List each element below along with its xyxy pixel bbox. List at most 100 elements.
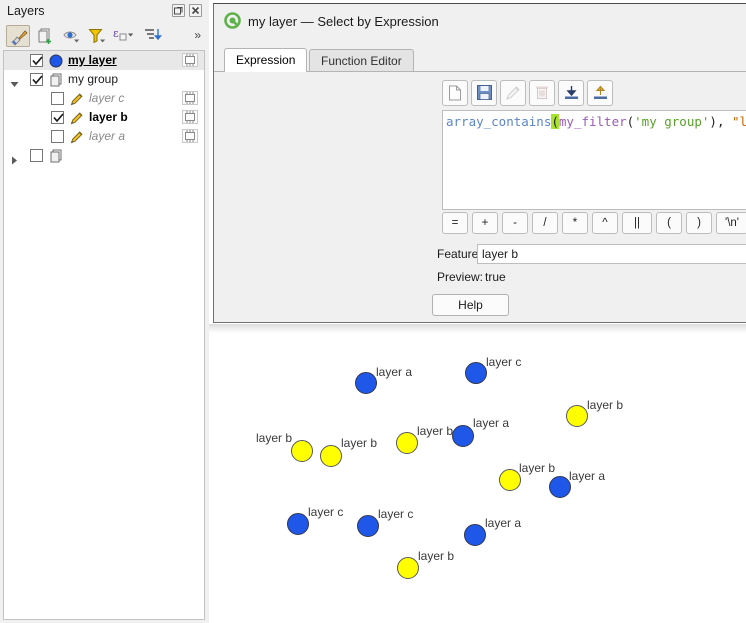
float-panel-icon[interactable]: [172, 4, 185, 17]
edit-pencil-icon: [69, 91, 85, 107]
operator-button[interactable]: -: [502, 212, 528, 234]
layer-tree-row[interactable]: layer c: [4, 89, 204, 108]
memory-layer-indicator-icon[interactable]: [182, 91, 198, 105]
layer-visibility-checkbox[interactable]: [30, 73, 43, 86]
map-point-label: layer c: [378, 507, 414, 521]
help-button[interactable]: Help: [432, 294, 509, 316]
expression-text-editor[interactable]: array_contains(my_filter('my group'), "l…: [442, 110, 746, 210]
operator-button[interactable]: ||: [622, 212, 652, 234]
layer-visibility-checkbox[interactable]: [30, 149, 43, 162]
layer-tree-label: layer a: [89, 129, 126, 143]
map-point-marker[interactable]: [452, 425, 474, 447]
map-point-label: layer b: [587, 398, 624, 412]
feature-label: Feature: [437, 247, 479, 261]
map-point-label: layer b: [341, 436, 378, 450]
map-top-shadow: [209, 324, 746, 333]
layer-visibility-checkbox[interactable]: [51, 130, 64, 143]
new-file-icon[interactable]: [442, 80, 468, 106]
layers-panel: Layers ε » my layer my group layer c layer …: [0, 0, 208, 623]
chevron-down-icon[interactable]: [10, 76, 19, 87]
layer-tree-row[interactable]: my layer: [4, 51, 204, 70]
expand-all-icon[interactable]: [142, 25, 166, 47]
layer-tree-row[interactable]: [4, 146, 204, 165]
layer-tree-label: my layer: [68, 53, 117, 67]
map-point-marker[interactable]: [320, 445, 342, 467]
memory-layer-indicator-icon[interactable]: [182, 110, 198, 124]
operator-button[interactable]: *: [562, 212, 588, 234]
map-point-marker[interactable]: [357, 515, 379, 537]
operator-button[interactable]: =: [442, 212, 468, 234]
memory-layer-indicator-icon[interactable]: [182, 129, 198, 143]
map-point-label: layer b: [519, 461, 556, 475]
expression-token: 'my group': [634, 114, 710, 129]
expression-token: ,: [716, 114, 733, 129]
group-icon: [48, 148, 64, 164]
map-point-marker[interactable]: [465, 362, 487, 384]
map-point-label: layer c: [486, 355, 522, 369]
map-point-marker[interactable]: [355, 372, 377, 394]
layer-visibility-checkbox[interactable]: [51, 92, 64, 105]
operator-button[interactable]: ): [686, 212, 712, 234]
export-up-arrow-icon[interactable]: [587, 80, 613, 106]
map-canvas[interactable]: layer a layer c layer b layer b layer b layer…: [209, 324, 746, 623]
layer-visibility-checkbox[interactable]: [30, 54, 43, 67]
trash-icon: [529, 80, 555, 106]
funnel-icon[interactable]: [86, 25, 110, 47]
tab-function-editor[interactable]: Function Editor: [309, 49, 414, 72]
paintbrush-icon[interactable]: [6, 25, 30, 47]
map-point-label: layer a: [485, 516, 522, 530]
layer-visibility-checkbox[interactable]: [51, 111, 64, 124]
layer-tree-row[interactable]: my group: [4, 70, 204, 89]
operator-button[interactable]: (: [656, 212, 682, 234]
map-point-marker[interactable]: [566, 405, 588, 427]
map-point-marker[interactable]: [397, 557, 419, 579]
operator-button[interactable]: ^: [592, 212, 618, 234]
import-down-arrow-icon[interactable]: [558, 80, 584, 106]
edit-pencil-icon: [69, 129, 85, 145]
map-point-label: layer c: [308, 505, 344, 519]
dialog-title: my layer — Select by Expression: [248, 14, 439, 29]
map-point-marker[interactable]: [499, 469, 521, 491]
map-point-label: layer b: [256, 431, 293, 445]
preview-label: Preview:: [437, 270, 484, 284]
layer-tree-row[interactable]: layer b: [4, 108, 204, 127]
layer-tree-label: layer b: [89, 110, 128, 124]
layer-tree-row[interactable]: layer a: [4, 127, 204, 146]
toolbar-overflow-icon[interactable]: »: [194, 28, 201, 42]
tab-expression[interactable]: Expression: [224, 48, 308, 72]
layer-tree[interactable]: my layer my group layer c layer b layer a: [3, 50, 205, 620]
dialog-titlebar: my layer — Select by Expression: [214, 4, 746, 38]
expression-text: array_contains(my_filter('my group'), "l…: [446, 113, 746, 130]
layer-tree-label: layer c: [89, 91, 125, 105]
operator-button[interactable]: '\n': [716, 212, 746, 234]
map-point-label: layer a: [569, 469, 606, 483]
dialog-tabbar: Expression Function Editor: [214, 48, 746, 72]
map-point-marker[interactable]: [464, 524, 486, 546]
edit-pencil-icon: [500, 80, 526, 106]
add-group-icon[interactable]: [34, 25, 58, 47]
close-icon[interactable]: [189, 4, 202, 17]
eye-icon[interactable]: [60, 25, 84, 47]
layers-panel-title: Layers: [7, 4, 45, 18]
expression-token: "layer": [732, 114, 746, 129]
operator-button[interactable]: +: [472, 212, 498, 234]
svg-text:ε: ε: [113, 27, 119, 40]
qgis-logo-icon: [224, 12, 241, 29]
map-point-marker[interactable]: [549, 476, 571, 498]
map-point-marker[interactable]: [396, 432, 418, 454]
operator-button[interactable]: /: [532, 212, 558, 234]
epsilon-icon[interactable]: ε: [112, 25, 136, 47]
map-point-label: layer a: [376, 365, 413, 379]
preview-value: true: [485, 270, 506, 284]
map-point-marker[interactable]: [287, 513, 309, 535]
save-floppy-icon[interactable]: [471, 80, 497, 106]
chevron-right-icon[interactable]: [10, 152, 19, 165]
expression-store-toolbar: [442, 80, 742, 106]
memory-layer-indicator-icon[interactable]: [182, 53, 198, 67]
blue-point-symbol: [48, 53, 64, 69]
map-point-label: layer a: [473, 416, 510, 430]
feature-combo[interactable]: layer b: [477, 244, 746, 264]
map-point-marker[interactable]: [291, 440, 313, 462]
map-point-label: layer b: [417, 424, 454, 438]
layers-panel-titlebar: Layers: [0, 0, 208, 22]
